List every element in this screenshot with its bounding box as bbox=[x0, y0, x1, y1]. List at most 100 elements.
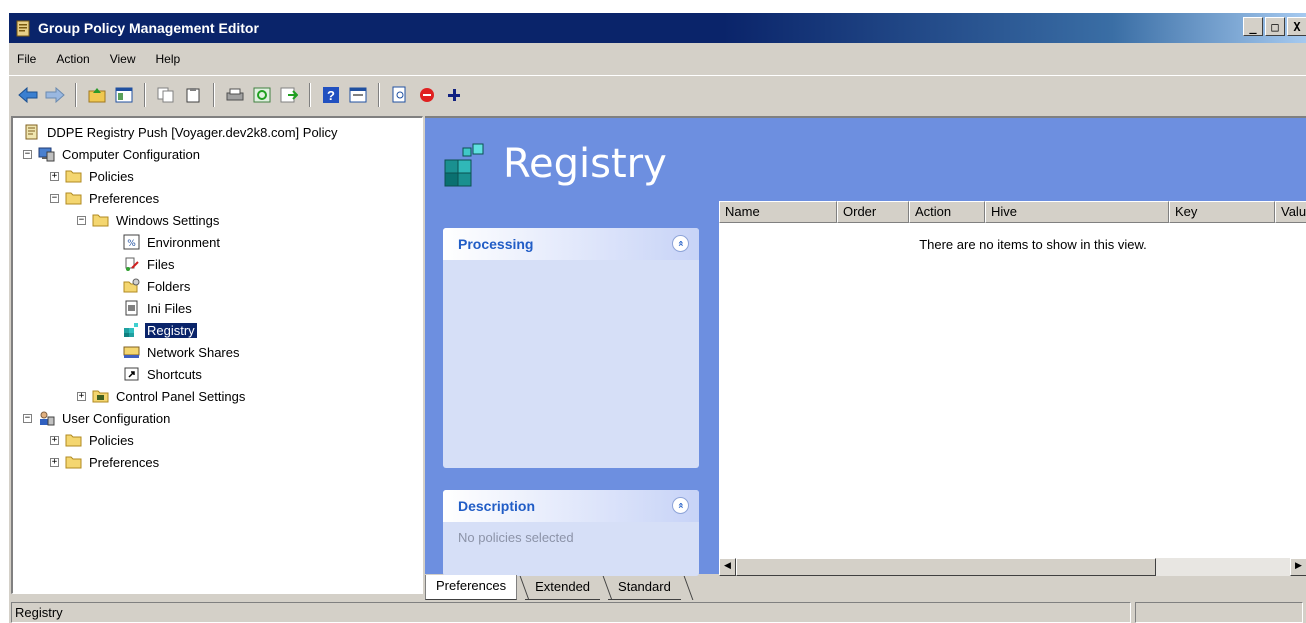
page-header: Registry bbox=[441, 138, 667, 190]
tree-item-network-shares[interactable]: Network Shares bbox=[123, 342, 241, 362]
tab-preferences[interactable]: Preferences bbox=[425, 575, 518, 600]
export-icon[interactable] bbox=[278, 84, 300, 106]
tree-label-control-panel-settings: Control Panel Settings bbox=[116, 388, 246, 404]
expand-toggle[interactable]: + bbox=[77, 391, 86, 401]
scroll-thumb[interactable] bbox=[736, 558, 1156, 576]
tree-item-folders[interactable]: Folders bbox=[123, 276, 192, 296]
show-hide-tree-icon[interactable] bbox=[113, 84, 135, 106]
tree-label-cc-preferences: Preferences bbox=[89, 190, 160, 206]
tree-label-uc-policies: Policies bbox=[89, 432, 134, 448]
scroll-left-icon[interactable]: ◀ bbox=[719, 558, 736, 576]
tree-item-uc-policies[interactable]: + Policies bbox=[50, 430, 136, 450]
menu-file[interactable]: File bbox=[17, 52, 36, 66]
tree-item-ini-files[interactable]: Ini Files bbox=[123, 298, 194, 318]
tree-item-files[interactable]: Files bbox=[123, 254, 176, 274]
svg-text:?: ? bbox=[327, 88, 335, 103]
title-bar[interactable]: Group Policy Management Editor _ □ X bbox=[9, 13, 1306, 43]
processing-panel-header[interactable]: Processing « bbox=[443, 228, 699, 260]
refresh-icon[interactable] bbox=[251, 84, 273, 106]
control-panel-icon bbox=[92, 390, 109, 403]
collapse-toggle[interactable]: − bbox=[23, 413, 32, 423]
maximize-button[interactable]: □ bbox=[1265, 17, 1285, 36]
gpme-app-icon bbox=[16, 20, 30, 36]
tree-item-environment[interactable]: % Environment bbox=[123, 232, 222, 252]
processing-panel: Processing « bbox=[443, 228, 699, 468]
collapse-chevron-icon[interactable]: « bbox=[672, 497, 689, 514]
description-panel-header[interactable]: Description « bbox=[443, 490, 699, 522]
paste-icon[interactable] bbox=[182, 84, 204, 106]
details-pane: Registry Processing « Description « No p… bbox=[425, 116, 1306, 576]
menu-action[interactable]: Action bbox=[56, 52, 89, 66]
column-action[interactable]: Action bbox=[909, 201, 985, 223]
horizontal-scrollbar[interactable]: ◀ ▶ bbox=[719, 558, 1306, 576]
tree-label-shortcuts: Shortcuts bbox=[147, 366, 202, 382]
items-list[interactable]: Name Order Action Hive Key Valu There ar… bbox=[719, 201, 1306, 576]
new-item-icon[interactable] bbox=[389, 84, 411, 106]
ini-file-icon bbox=[125, 300, 138, 316]
column-value[interactable]: Valu bbox=[1275, 201, 1306, 223]
tree-item-cc-policies[interactable]: + Policies bbox=[50, 166, 136, 186]
print-icon[interactable] bbox=[224, 84, 246, 106]
folder-icon bbox=[65, 456, 82, 469]
menu-help[interactable]: Help bbox=[156, 52, 181, 66]
column-header-row: Name Order Action Hive Key Valu bbox=[719, 201, 1306, 223]
folder-icon bbox=[65, 434, 82, 447]
column-name[interactable]: Name bbox=[719, 201, 837, 223]
column-order[interactable]: Order bbox=[837, 201, 909, 223]
tree-label-windows-settings: Windows Settings bbox=[116, 212, 220, 228]
expand-toggle[interactable]: + bbox=[50, 435, 59, 445]
expand-toggle[interactable]: + bbox=[50, 457, 59, 467]
collapse-toggle[interactable]: − bbox=[23, 149, 32, 159]
files-icon bbox=[125, 257, 139, 271]
minimize-button[interactable]: _ bbox=[1243, 17, 1263, 36]
tree-label-network-shares: Network Shares bbox=[147, 344, 240, 360]
collapse-toggle[interactable]: − bbox=[77, 215, 86, 225]
navigation-tree[interactable]: DDPE Registry Push [Voyager.dev2k8.com] … bbox=[11, 116, 423, 594]
tab-extended[interactable]: Extended bbox=[525, 576, 601, 600]
tab-standard[interactable]: Standard bbox=[608, 576, 681, 600]
description-text: No policies selected bbox=[458, 530, 574, 545]
empty-list-message: There are no items to show in this view. bbox=[919, 237, 1147, 252]
tree-item-shortcuts[interactable]: Shortcuts bbox=[123, 364, 204, 384]
policy-scroll-icon bbox=[25, 124, 38, 140]
add-icon[interactable] bbox=[443, 84, 465, 106]
expand-toggle[interactable]: + bbox=[50, 171, 59, 181]
tree-item-uc-preferences[interactable]: + Preferences bbox=[50, 452, 161, 472]
back-icon[interactable] bbox=[17, 84, 39, 106]
description-panel: Description « No policies selected bbox=[443, 490, 699, 576]
tree-label-ini-files: Ini Files bbox=[147, 300, 192, 316]
close-button[interactable]: X bbox=[1287, 17, 1306, 36]
shortcut-icon bbox=[124, 367, 139, 381]
column-hive[interactable]: Hive bbox=[985, 201, 1169, 223]
tree-label-computer-configuration: Computer Configuration bbox=[62, 146, 201, 162]
collapse-chevron-icon[interactable]: « bbox=[672, 235, 689, 252]
environment-icon: % bbox=[123, 234, 140, 250]
column-key[interactable]: Key bbox=[1169, 201, 1275, 223]
tree-label-cc-policies: Policies bbox=[89, 168, 134, 184]
tree-item-registry[interactable]: Registry bbox=[123, 320, 197, 340]
up-folder-icon[interactable] bbox=[86, 84, 108, 106]
help-icon[interactable]: ? bbox=[320, 84, 342, 106]
tree-label-environment: Environment bbox=[147, 234, 220, 250]
tree-item-control-panel-settings[interactable]: + Control Panel Settings bbox=[77, 386, 247, 406]
tree-item-user-configuration[interactable]: − User Configuration bbox=[23, 408, 172, 428]
menu-bar: File Action View Help bbox=[9, 45, 1306, 73]
tree-label-user-configuration: User Configuration bbox=[62, 410, 171, 426]
view-tabs: Preferences Extended Standard bbox=[425, 574, 694, 600]
tree-item-root[interactable]: DDPE Registry Push [Voyager.dev2k8.com] … bbox=[23, 122, 339, 142]
stop-icon[interactable] bbox=[416, 84, 438, 106]
tree-item-cc-preferences[interactable]: − Preferences bbox=[50, 188, 161, 208]
tree-label-registry: Registry bbox=[145, 322, 197, 338]
main-window: Group Policy Management Editor _ □ X Fil… bbox=[8, 12, 1306, 623]
tree-item-windows-settings[interactable]: − Windows Settings bbox=[77, 210, 221, 230]
forward-icon[interactable] bbox=[44, 84, 66, 106]
menu-view[interactable]: View bbox=[110, 52, 136, 66]
properties-icon[interactable] bbox=[347, 84, 369, 106]
status-cell-secondary bbox=[1135, 602, 1303, 623]
svg-text:%: % bbox=[127, 239, 136, 249]
copy-icon[interactable] bbox=[155, 84, 177, 106]
tree-item-computer-configuration[interactable]: − Computer Configuration bbox=[23, 144, 202, 164]
collapse-toggle[interactable]: − bbox=[50, 193, 59, 203]
tree-label-root: DDPE Registry Push [Voyager.dev2k8.com] … bbox=[47, 124, 338, 140]
scroll-right-icon[interactable]: ▶ bbox=[1290, 558, 1306, 576]
